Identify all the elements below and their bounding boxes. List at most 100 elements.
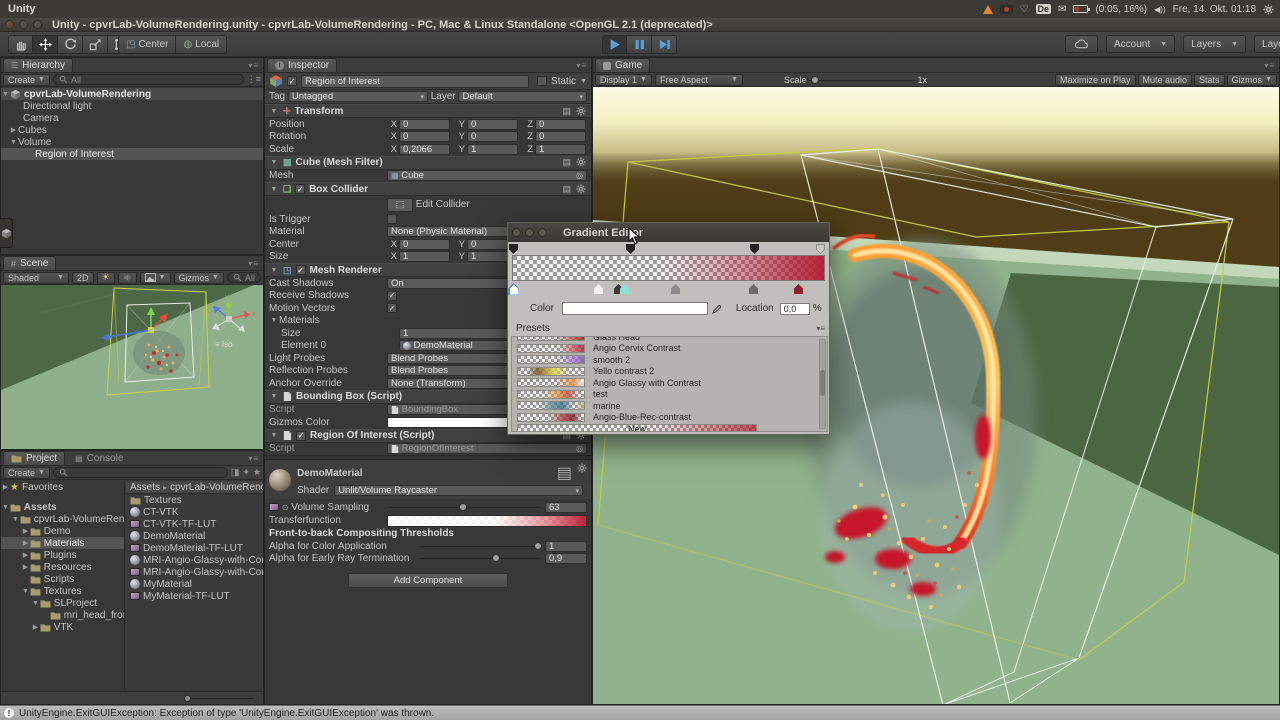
color-stop[interactable]: [671, 284, 680, 294]
scene-viewport[interactable]: z y x ≡ Iso: [1, 285, 263, 449]
mute-audio-toggle[interactable]: Mute audio: [1137, 73, 1193, 86]
mesh-object-field[interactable]: ▦ Cube: [387, 170, 587, 182]
session-gear-icon[interactable]: [1263, 4, 1274, 15]
file-row[interactable]: MyMaterial-TF-LUT: [126, 590, 263, 602]
alpha-stop[interactable]: [626, 244, 635, 254]
scale-tool-button[interactable]: [83, 35, 108, 54]
rotation-z-field[interactable]: 0: [535, 131, 586, 143]
volume-sampling-value[interactable]: 63: [545, 501, 587, 513]
rotation-x-field[interactable]: 0: [399, 131, 450, 143]
battery-icon[interactable]: [1073, 5, 1091, 13]
gradient-editor-window[interactable]: Gradient Editor Color Location 0,0 % Pre…: [507, 222, 830, 435]
project-search-input[interactable]: [52, 467, 228, 478]
tab-console[interactable]: ▤ Console: [67, 451, 131, 465]
gameobject-name-field[interactable]: Region of Interest: [301, 74, 530, 88]
help-icon[interactable]: ▤: [557, 463, 572, 483]
script-object-field[interactable]: RegionOfInterest: [387, 443, 587, 455]
file-row[interactable]: MRI-Angio-Glassy-with-Contra: [126, 554, 263, 566]
eyedropper-icon[interactable]: [712, 304, 722, 314]
materials-foldout[interactable]: Materials: [279, 315, 320, 326]
preset-row[interactable]: Angio-Blue-Rec-contrast: [512, 412, 827, 424]
gradient-editor-titlebar[interactable]: Gradient Editor: [508, 223, 829, 242]
clock[interactable]: Fre, 14. Okt. 01:18: [1173, 4, 1256, 15]
hierarchy-item-cubes[interactable]: ▶ Cubes: [1, 124, 263, 136]
screen-recorder-icon[interactable]: [999, 4, 1013, 14]
position-x-field[interactable]: 0: [399, 118, 450, 130]
audio-toggle[interactable]: [117, 271, 137, 284]
window-minimize-button[interactable]: [19, 20, 28, 29]
shader-dropdown[interactable]: Unlit/Volume Raycaster: [334, 485, 583, 496]
alpha-stop[interactable]: [509, 244, 518, 254]
tree-mri-head[interactable]: mri_head_front_to: [1, 609, 124, 621]
ubuntu-launcher-unity-icon[interactable]: [0, 218, 13, 248]
tab-hierarchy[interactable]: ☰ Hierarchy: [3, 58, 73, 72]
file-row[interactable]: CT-VTK-TF-LUT: [126, 518, 263, 530]
foldout-icon[interactable]: ▼: [9, 139, 18, 146]
file-row[interactable]: Textures: [126, 494, 263, 506]
scale-z-field[interactable]: 1: [535, 143, 586, 155]
maximize-on-play-toggle[interactable]: Maximize on Play: [1054, 73, 1136, 86]
panel-menu-icon[interactable]: ▾≡: [248, 61, 259, 70]
alpha-color-value[interactable]: 1: [545, 540, 587, 552]
mesh-filter-header[interactable]: ▼ ▦ Cube (Mesh Filter) ▤: [265, 155, 591, 170]
preset-row[interactable]: smooth 2: [512, 354, 827, 366]
material-preview-sphere[interactable]: [269, 468, 291, 491]
hierarchy-search-input[interactable]: All: [52, 74, 244, 85]
alpha-early-value[interactable]: 0,9: [545, 553, 587, 565]
preset-row[interactable]: test: [512, 389, 827, 401]
static-dropdown-icon[interactable]: ▼: [580, 78, 587, 85]
preset-row[interactable]: Angio Cervix Contrast: [512, 343, 827, 355]
panel-menu-icon[interactable]: ▾≡: [248, 259, 259, 268]
foldout-icon[interactable]: ▶: [9, 126, 18, 134]
tab-project[interactable]: Project: [3, 451, 66, 465]
pause-button[interactable]: [627, 35, 652, 54]
hierarchy-item-volume[interactable]: ▼ Volume: [1, 136, 263, 148]
window-close-button[interactable]: [5, 20, 14, 29]
tree-scripts[interactable]: Scripts: [1, 573, 124, 585]
keyboard-layout-indicator[interactable]: De: [1035, 4, 1052, 14]
search-by-type-icon[interactable]: ◨: [231, 467, 240, 478]
battery-status[interactable]: (0:05, 16%): [1095, 4, 1147, 15]
hierarchy-create-button[interactable]: Create ▼: [3, 73, 50, 86]
help-icon[interactable]: ▤: [562, 184, 571, 195]
hierarchy-item-region-of-interest[interactable]: Region of Interest: [1, 148, 263, 160]
panel-menu-icon[interactable]: ▾≡: [576, 61, 587, 70]
gradient-bar[interactable]: [512, 255, 825, 281]
lighting-toggle[interactable]: ☀: [96, 271, 115, 284]
aspect-dropdown[interactable]: Free Aspect ▼: [654, 73, 743, 86]
new-preset-button[interactable]: New: [517, 424, 757, 431]
alpha-stops-row[interactable]: [508, 242, 829, 254]
scale-x-field[interactable]: 0,2066: [399, 143, 450, 155]
tree-resources[interactable]: ▶ Resources: [1, 561, 124, 573]
rotate-tool-button[interactable]: [58, 35, 83, 54]
tree-textures[interactable]: ▼ Textures: [1, 585, 124, 597]
color-stop[interactable]: [620, 284, 629, 294]
account-dropdown[interactable]: Account ▼: [1106, 35, 1176, 53]
foldout-icon[interactable]: ▼: [1, 91, 10, 98]
preset-row[interactable]: Angio Glassy with Contrast: [512, 377, 827, 389]
play-button[interactable]: [602, 35, 627, 54]
alpha-early-slider[interactable]: [419, 553, 540, 564]
scale-y-field[interactable]: 1: [467, 143, 518, 155]
tree-vtk[interactable]: ▶ VTK: [1, 621, 124, 633]
rotation-y-field[interactable]: 0: [467, 131, 518, 143]
layers-dropdown[interactable]: Layers ▼: [1183, 35, 1247, 53]
tree-assets[interactable]: ▼ Assets: [1, 501, 124, 513]
presets-scrollbar[interactable]: [819, 339, 826, 429]
gear-icon[interactable]: [577, 463, 587, 473]
stats-toggle[interactable]: Stats: [1194, 73, 1225, 86]
file-row[interactable]: CT-VTK: [126, 506, 263, 518]
position-z-field[interactable]: 0: [535, 118, 586, 130]
preset-row[interactable]: Yello contrast 2: [512, 366, 827, 378]
volume-sampling-slider[interactable]: [389, 502, 540, 513]
tree-slproject[interactable]: ▼ SLProject: [1, 597, 124, 609]
center-x-field[interactable]: 0: [399, 238, 450, 250]
window-minimize-button[interactable]: [525, 228, 534, 237]
desktop-app-name[interactable]: Unity: [8, 3, 36, 15]
alpha-color-slider[interactable]: [419, 541, 542, 552]
layout-dropdown[interactable]: Layout▼: [1254, 35, 1280, 53]
vlc-icon[interactable]: [982, 4, 993, 14]
color-stop[interactable]: [794, 284, 803, 294]
tree-materials[interactable]: ▶ Materials: [1, 537, 124, 549]
window-maximize-button[interactable]: [538, 228, 547, 237]
